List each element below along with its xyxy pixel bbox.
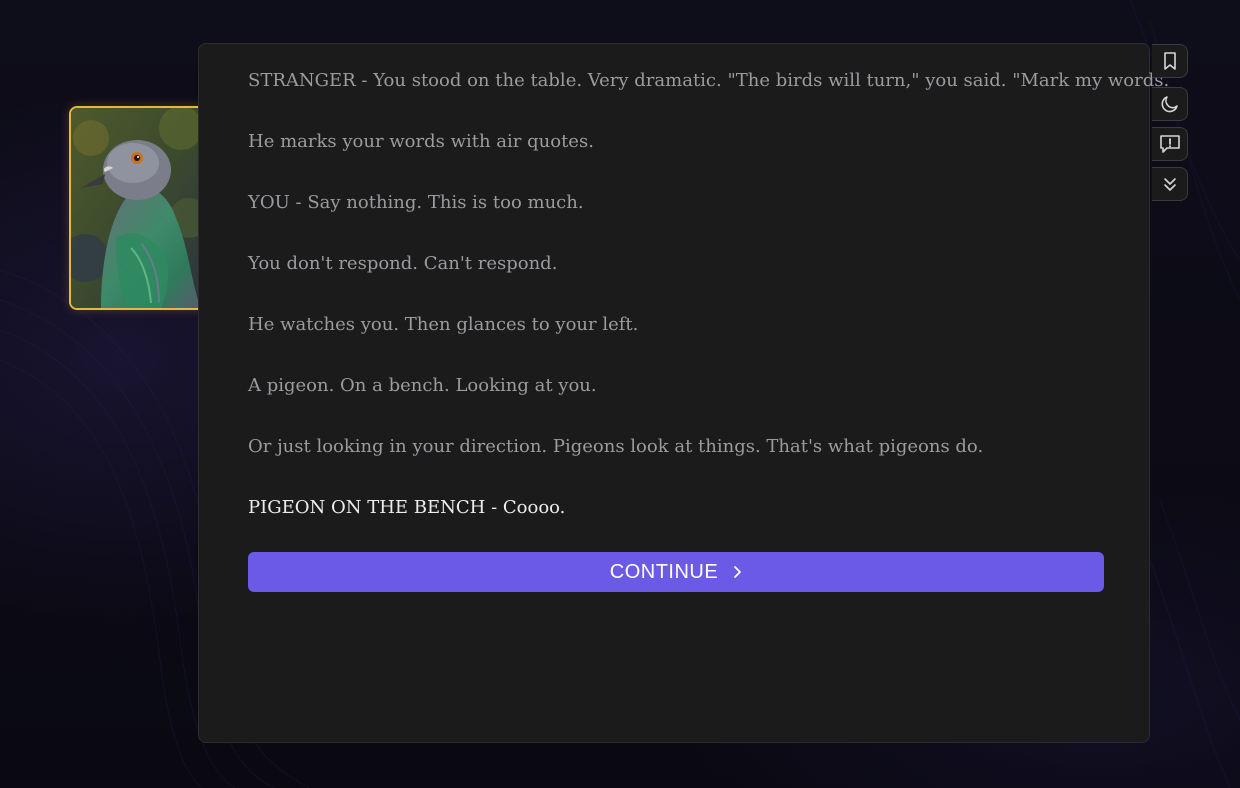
bookmark-icon xyxy=(1161,51,1179,71)
character-portrait xyxy=(69,106,209,310)
dark-mode-button[interactable] xyxy=(1152,87,1188,121)
double-chevron-down-icon xyxy=(1161,175,1179,193)
dialogue-line: STRANGER - You stood on the table. Very … xyxy=(248,70,1178,91)
dialogue-line: He marks your words with air quotes. xyxy=(248,131,594,152)
moon-icon xyxy=(1160,94,1180,114)
dialogue-line: YOU - Say nothing. This is too much. xyxy=(248,192,584,213)
dialogue-line: He watches you. Then glances to your lef… xyxy=(248,314,639,335)
bookmark-button[interactable] xyxy=(1152,44,1188,78)
dialogue-line: Or just looking in your direction. Pigeo… xyxy=(248,436,984,457)
pigeon-portrait-image xyxy=(71,108,207,308)
continue-button[interactable]: CONTINUE xyxy=(248,552,1104,592)
dialogue-line: A pigeon. On a bench. Looking at you. xyxy=(248,375,597,396)
report-button[interactable] xyxy=(1152,127,1188,161)
dialogue-line: You don't respond. Can't respond. xyxy=(248,253,558,274)
alert-message-icon xyxy=(1159,134,1181,154)
dialogue-panel: STRANGER - You stood on the table. Very … xyxy=(198,43,1178,743)
chevron-right-icon xyxy=(732,565,742,579)
dialogue-log: STRANGER - You stood on the table. Very … xyxy=(248,68,1178,556)
current-dialogue-line: PIGEON ON THE BENCH - Coooo. xyxy=(248,497,566,518)
skip-button[interactable] xyxy=(1152,167,1188,201)
continue-button-label: CONTINUE xyxy=(609,560,719,583)
